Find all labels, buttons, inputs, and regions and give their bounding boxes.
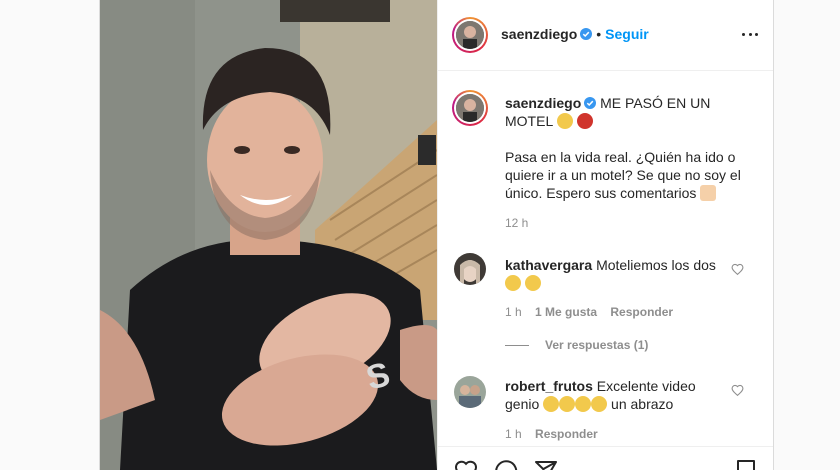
avatar[interactable] — [452, 17, 488, 53]
comment-2-text-block: robert_frutos Excelente video genio un a… — [505, 377, 715, 413]
clapping-emoji-icon — [575, 396, 592, 412]
heart-icon[interactable] — [454, 459, 478, 470]
follow-button[interactable]: Seguir — [605, 26, 649, 42]
verified-badge-icon — [580, 28, 593, 40]
comment-avatar[interactable] — [454, 253, 486, 285]
devil-emoji-icon — [576, 113, 593, 129]
caption-avatar[interactable] — [452, 90, 488, 126]
caption-title-block: saenzdiego ME PASÓ EN UN MOTEL — [505, 94, 715, 130]
header-separator: • — [596, 26, 602, 42]
post-header: saenzdiego • Seguir — [438, 0, 773, 71]
view-replies-label: Ver respuestas (1) — [545, 338, 649, 352]
grimace-emoji-icon — [505, 275, 521, 291]
comment-icon[interactable] — [494, 459, 518, 470]
avatar-image — [456, 21, 484, 49]
caption-username[interactable]: saenzdiego — [505, 95, 581, 111]
bookmark-icon[interactable] — [734, 459, 758, 470]
comment-2-text-suffix: un abrazo — [611, 396, 674, 412]
grimace-emoji-icon — [524, 275, 541, 291]
post-video[interactable]: S — [100, 0, 437, 470]
comment-1-reply-button[interactable]: Responder — [610, 305, 673, 319]
comment-avatar[interactable] — [454, 376, 486, 408]
clapping-emoji-icon — [543, 396, 560, 412]
comment-1-meta: 1 h 1 Me gusta Responder — [505, 305, 673, 319]
caption-body-block: Pasa en la vida real. ¿Quién ha ido o qu… — [505, 148, 741, 202]
caption-time[interactable]: 12 h — [505, 216, 528, 230]
caption-avatar-image — [456, 94, 484, 122]
pointing-down-emoji-icon — [700, 185, 717, 201]
post-side-panel: saenzdiego • Seguir saenzdiego ME PASÓ EN — [437, 0, 773, 470]
more-options-icon[interactable] — [742, 26, 758, 42]
view-replies-button[interactable]: Ver respuestas (1) — [505, 338, 648, 352]
replies-divider — [505, 345, 529, 347]
post-actions-bar — [438, 446, 773, 470]
comment-1-likes[interactable]: 1 Me gusta — [535, 305, 597, 319]
comment-2-reply-button[interactable]: Responder — [535, 427, 598, 441]
scream-emoji-icon — [556, 113, 573, 129]
comment-1-time[interactable]: 1 h — [505, 305, 522, 319]
comment-1-username[interactable]: kathavergara — [505, 257, 592, 273]
comment-avatar-image — [454, 253, 486, 285]
comment-2-time[interactable]: 1 h — [505, 427, 522, 441]
comment-1-heart-icon[interactable] — [731, 263, 744, 276]
comment-1-text: Moteliemos los dos — [596, 257, 716, 273]
verified-badge-icon — [584, 97, 597, 109]
clapping-emoji-icon — [559, 396, 576, 412]
header-username[interactable]: saenzdiego — [501, 26, 577, 42]
share-icon[interactable] — [534, 459, 558, 470]
comment-2-heart-icon[interactable] — [731, 384, 744, 397]
comment-2-meta: 1 h Responder — [505, 427, 598, 441]
comment-2-username[interactable]: robert_frutos — [505, 378, 593, 394]
comment-1-text-block: kathavergara Moteliemos los dos — [505, 256, 725, 292]
video-frame-illustration: S — [100, 0, 437, 470]
comment-avatar-image — [454, 376, 486, 408]
raising-hands-emoji-icon — [591, 396, 608, 412]
post-modal: S saenzdiego • Seguir saenzdiego ME PASÓ… — [99, 0, 774, 470]
